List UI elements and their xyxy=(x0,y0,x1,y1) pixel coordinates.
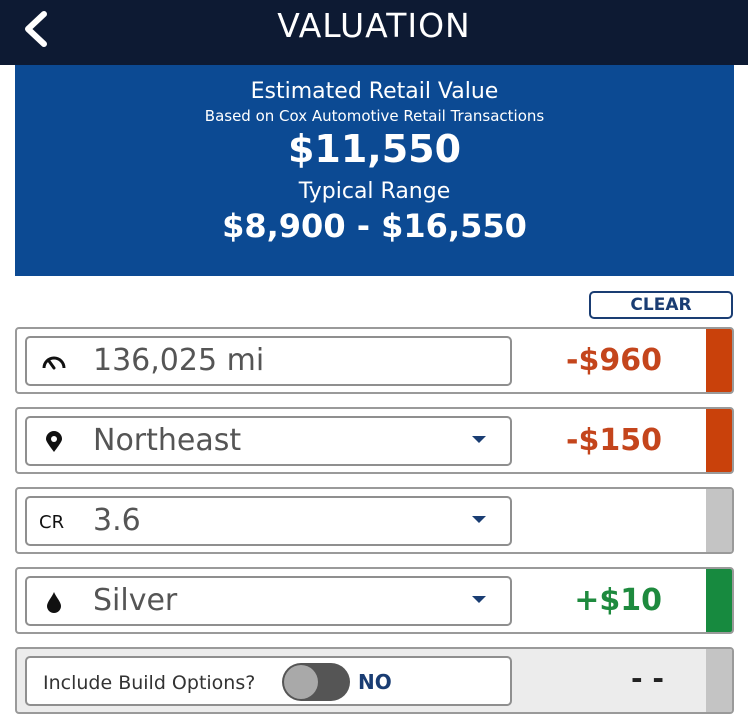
condition-indicator-bar xyxy=(706,489,732,552)
paint-drop-icon xyxy=(47,592,61,613)
typical-range: $8,900 - $16,550 xyxy=(222,207,527,245)
mileage-adjustment: -$960 xyxy=(566,343,662,378)
adjustment-row-build-options: Include Build Options? NO - - xyxy=(15,647,734,714)
toggle-knob xyxy=(284,665,318,699)
valuation-source: Based on Cox Automotive Retail Transacti… xyxy=(204,107,545,125)
mileage-value: 136,025 mi xyxy=(93,343,265,378)
mileage-indicator-bar xyxy=(706,329,732,392)
condition-value: 3.6 xyxy=(93,503,141,538)
adjustment-row-mileage: 136,025 mi -$960 xyxy=(15,327,734,394)
chevron-down-icon xyxy=(472,516,486,523)
condition-dropdown[interactable]: CR 3.6 xyxy=(25,496,512,546)
estimated-value: $11,550 xyxy=(287,127,462,171)
build-options-adjustment: - - xyxy=(631,662,664,695)
adjustment-row-condition: CR 3.6 xyxy=(15,487,734,554)
mileage-field[interactable]: 136,025 mi xyxy=(25,336,512,386)
region-value: Northeast xyxy=(93,423,242,458)
color-adjustment: +$10 xyxy=(574,583,662,618)
build-options-indicator-bar xyxy=(706,649,732,712)
region-adjustment: -$150 xyxy=(566,423,662,458)
color-dropdown[interactable]: Silver xyxy=(25,576,512,626)
valuation-summary-panel: Estimated Retail Value Based on Cox Auto… xyxy=(15,65,734,276)
speedometer-icon xyxy=(42,356,66,370)
range-label: Typical Range xyxy=(298,179,451,204)
top-bar: VALUATION xyxy=(0,0,748,65)
chevron-down-icon xyxy=(472,596,486,603)
page-title: VALUATION xyxy=(277,6,471,45)
build-options-label: Include Build Options? xyxy=(43,672,256,694)
region-indicator-bar xyxy=(706,409,732,472)
location-pin-icon xyxy=(46,431,62,452)
valuation-heading: Estimated Retail Value xyxy=(250,79,499,104)
color-value: Silver xyxy=(93,583,178,618)
build-options-toggle[interactable] xyxy=(282,663,350,701)
adjustment-row-region: Northeast -$150 xyxy=(15,407,734,474)
condition-report-icon: CR xyxy=(39,512,65,533)
adjustment-row-color: Silver +$10 xyxy=(15,567,734,634)
clear-button[interactable]: CLEAR xyxy=(589,291,733,319)
color-indicator-bar xyxy=(706,569,732,632)
chevron-down-icon xyxy=(472,436,486,443)
region-dropdown[interactable]: Northeast xyxy=(25,416,512,466)
build-options-state: NO xyxy=(358,670,392,694)
build-options-field: Include Build Options? NO xyxy=(25,656,512,706)
